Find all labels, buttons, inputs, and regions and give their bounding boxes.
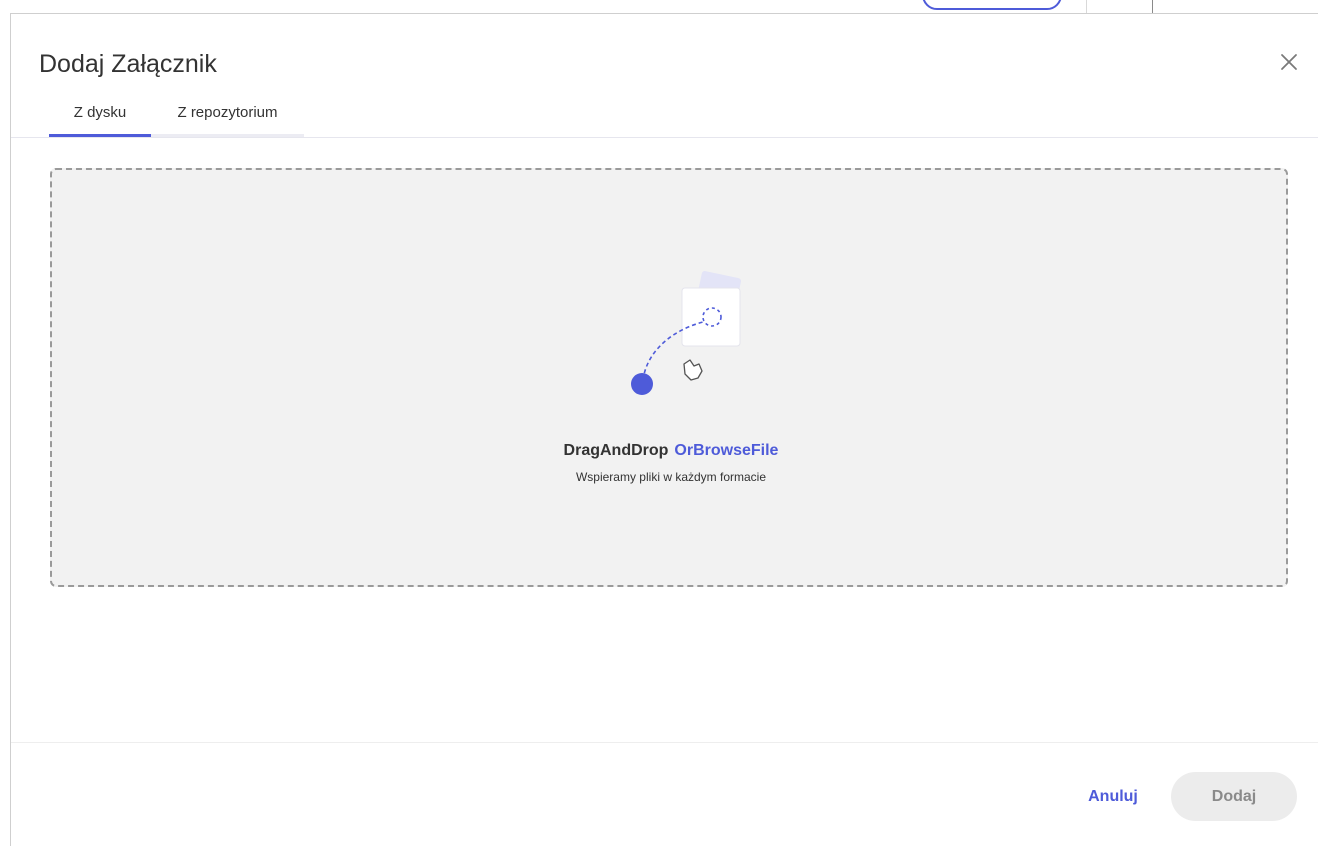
close-button[interactable] — [1277, 50, 1301, 74]
dropzone-primary-text: DragAndDrop — [563, 442, 669, 459]
tab-label: Z repozytorium — [177, 104, 278, 121]
tabs-divider — [11, 137, 1318, 138]
background-button-fragment — [922, 0, 1062, 10]
tab-from-repository[interactable]: Z repozytorium — [151, 104, 304, 137]
cancel-button[interactable]: Anuluj — [1073, 773, 1153, 821]
browse-file-link[interactable]: OrBrowseFile — [674, 442, 778, 459]
background-page — [0, 0, 1318, 14]
tab-label: Z dysku — [73, 104, 127, 121]
dropzone-instruction: DragAndDrop OrBrowseFile — [52, 442, 1290, 460]
background-divider — [1152, 0, 1153, 14]
dropzone-subtitle: Wspieramy pliki w każdym formacie — [575, 470, 767, 484]
dialog-title: Dodaj Załącznik — [39, 50, 217, 78]
add-attachment-dialog: Dodaj Załącznik Z dysku Z repozytorium D… — [10, 13, 1318, 846]
add-button[interactable]: Dodaj — [1171, 772, 1297, 821]
file-dropzone[interactable]: DragAndDrop OrBrowseFile Wspieramy pliki … — [50, 168, 1288, 587]
tab-from-disk[interactable]: Z dysku — [49, 104, 151, 137]
background-divider — [1086, 0, 1087, 14]
drag-drop-illustration-icon — [631, 271, 742, 395]
close-icon — [1281, 54, 1297, 70]
footer-divider — [11, 742, 1318, 743]
source-tabs: Z dysku Z repozytorium — [49, 104, 304, 137]
